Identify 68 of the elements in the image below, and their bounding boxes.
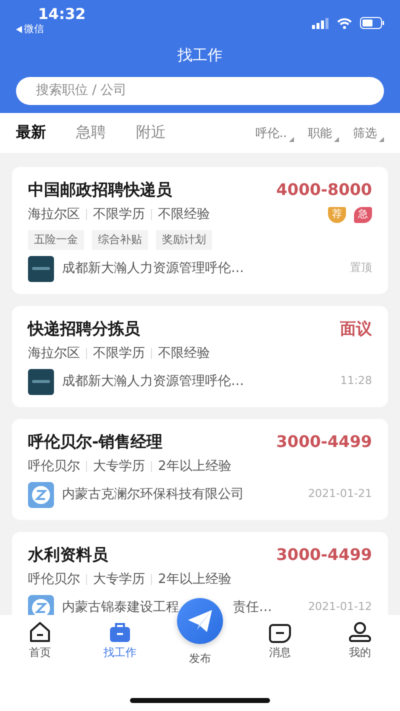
filter-dropdown[interactable]: 呼伦.. <box>255 124 294 142</box>
company-name: 内蒙古克澜尔环保科技有限公司 <box>62 486 244 504</box>
job-card[interactable]: 水利资料员 3000-4499 呼伦贝尔 大专学历 2年以上经验 内蒙古锦泰建设工程 责任… 2021-01-12 <box>12 532 388 615</box>
job-title: 水利资料员 <box>28 544 108 564</box>
job-requirement: 2年以上经验 <box>158 458 232 476</box>
back-icon <box>16 26 22 33</box>
filter-dropdown[interactable]: 筛选 <box>353 124 384 142</box>
job-requirement: 呼伦贝尔 <box>28 458 80 476</box>
battery-icon <box>360 17 384 29</box>
wifi-icon <box>337 18 352 28</box>
dropdown-icon <box>379 136 384 142</box>
dropdown-icon <box>334 136 339 142</box>
post-time: 2021-01-12 <box>308 599 372 615</box>
company-name: 成都新大瀚人力资源管理呼伦… <box>62 372 244 391</box>
company-name: 成都新大瀚人力资源管理呼伦… <box>62 260 244 278</box>
benefit-tag: 奖励计划 <box>156 230 212 250</box>
job-requirement: 2年以上经验 <box>158 570 232 588</box>
job-requirement: 呼伦贝尔 <box>28 570 80 588</box>
salary: 4000-8000 <box>276 180 372 200</box>
recommend-badge: 荐 <box>328 206 346 222</box>
salary: 3000-4499 <box>276 544 372 564</box>
job-title: 中国邮政招聘快递员 <box>28 180 172 200</box>
salary: 面议 <box>340 318 372 338</box>
job-requirement: 不限经验 <box>158 206 210 224</box>
company-name: 责任… <box>233 598 272 615</box>
job-card[interactable]: 快递招聘分拣员 面议 海拉尔区 不限学历 不限经验 成都新大瀚人力资源管理呼伦… 11:28 <box>12 306 388 406</box>
company-logo-icon <box>28 368 54 394</box>
job-requirement: 不限学历 <box>93 206 145 224</box>
salary: 3000-4499 <box>276 432 372 452</box>
briefcase-icon <box>109 621 131 643</box>
tab[interactable]: 最新 <box>16 121 46 144</box>
chat-icon <box>269 621 291 643</box>
page-title: 找工作 <box>176 45 224 66</box>
search-field[interactable]: 搜索职位 / 公司 <box>16 76 384 104</box>
nav-tab[interactable]: 消息 <box>240 621 320 663</box>
filter-dropdown[interactable]: 职能 <box>308 124 339 142</box>
job-requirement: 不限学历 <box>93 344 145 362</box>
paper-plane-icon <box>187 609 213 633</box>
nav-tab[interactable]: 找工作 <box>80 621 160 663</box>
job-card[interactable]: 中国邮政招聘快递员 4000-8000 海拉尔区 不限学历 不限经验 荐 急 五险一金 综合补贴 奖励计划 成都新大瀚人力资源管理呼伦… 置顶 <box>12 166 388 294</box>
tab[interactable]: 急聘 <box>76 121 106 144</box>
urgent-badge: 急 <box>354 206 372 222</box>
job-title: 呼伦贝尔-销售经理 <box>28 432 163 452</box>
company-name: 内蒙古锦泰建设工程 <box>62 598 179 615</box>
post-time: 11:28 <box>340 373 372 390</box>
job-requirement: 海拉尔区 <box>28 206 80 224</box>
post-time: 2021-01-21 <box>308 486 372 502</box>
tab[interactable]: 附近 <box>136 121 166 144</box>
job-requirement: 不限经验 <box>158 344 210 362</box>
dropdown-icon <box>289 136 294 142</box>
job-title: 快递招聘分拣员 <box>28 318 140 338</box>
status-time: 14:32 <box>37 6 86 22</box>
company-logo-icon <box>28 482 54 508</box>
benefit-tag: 五险一金 <box>28 230 84 250</box>
post-time: 置顶 <box>350 260 372 276</box>
job-card[interactable]: 呼伦贝尔-销售经理 3000-4499 呼伦贝尔 大专学历 2年以上经验 内蒙古克澜尔环保科技有限公司 2021-01-21 <box>12 418 388 520</box>
home-icon <box>29 621 51 643</box>
job-requirement: 大专学历 <box>93 458 145 476</box>
nav-tab[interactable]: 发布 <box>180 651 220 667</box>
nav-tab[interactable]: 我的 <box>320 621 400 663</box>
signal-icon <box>312 18 329 28</box>
company-logo-icon <box>28 256 54 282</box>
job-requirement: 大专学历 <box>93 570 145 588</box>
job-requirement: 海拉尔区 <box>28 344 80 362</box>
benefit-tag: 综合补贴 <box>92 230 148 250</box>
nav-tab[interactable]: 首页 <box>0 621 80 663</box>
back-link[interactable]: 微信 <box>24 22 44 37</box>
person-icon <box>349 621 371 643</box>
